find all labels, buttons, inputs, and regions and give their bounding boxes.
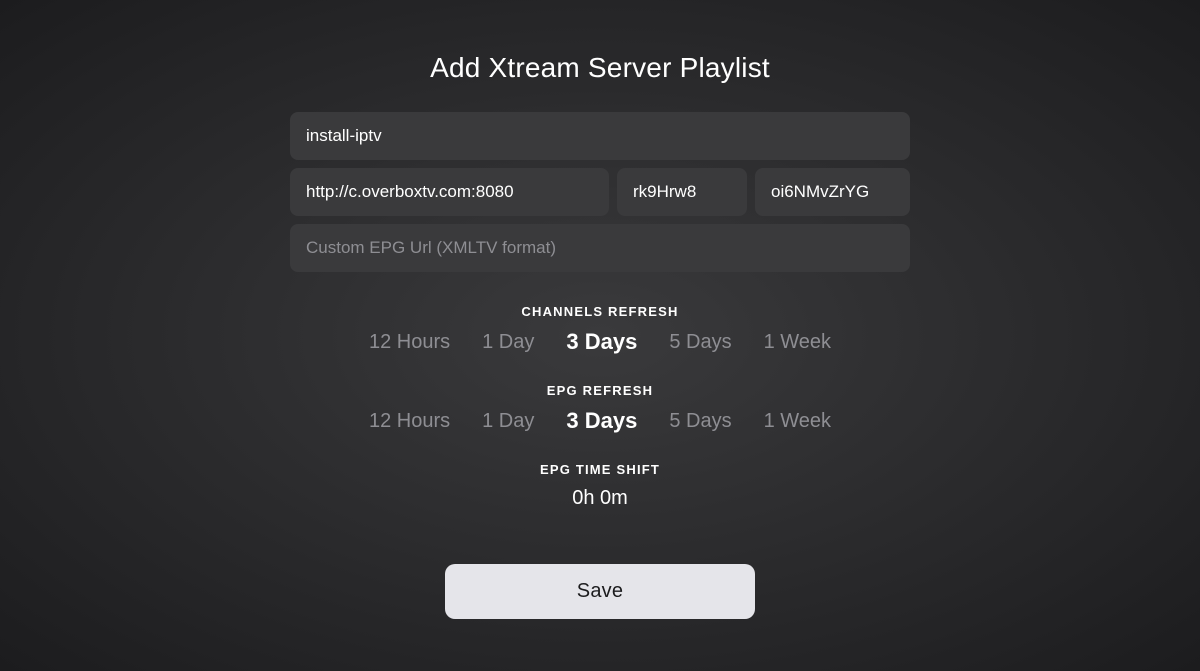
channels-refresh-label: CHANNELS REFRESH [521, 304, 678, 319]
epg-refresh-label: EPG REFRESH [547, 383, 653, 398]
channels-refresh-12h[interactable]: 12 Hours [369, 331, 450, 354]
dialog-container: Add Xtream Server Playlist CHANNELS REFR… [290, 52, 910, 619]
epg-refresh-3d[interactable]: 3 Days [566, 408, 637, 434]
epg-timeshift-label: EPG TIME SHIFT [540, 462, 660, 477]
epg-refresh-options: 12 Hours 1 Day 3 Days 5 Days 1 Week [369, 408, 831, 434]
epg-timeshift-value[interactable]: 0h 0m [572, 487, 628, 510]
playlist-name-input[interactable] [290, 112, 910, 160]
channels-refresh-1d[interactable]: 1 Day [482, 331, 534, 354]
channels-refresh-1w[interactable]: 1 Week [764, 331, 831, 354]
epg-refresh-5d[interactable]: 5 Days [669, 410, 731, 433]
epg-refresh-1w[interactable]: 1 Week [764, 410, 831, 433]
channels-refresh-options: 12 Hours 1 Day 3 Days 5 Days 1 Week [369, 329, 831, 355]
server-url-input[interactable] [290, 168, 609, 216]
dialog-title: Add Xtream Server Playlist [430, 52, 770, 84]
epg-url-input[interactable] [290, 224, 910, 272]
form-container [290, 112, 910, 272]
password-input[interactable] [755, 168, 910, 216]
epg-refresh-12h[interactable]: 12 Hours [369, 410, 450, 433]
server-credentials-row [290, 168, 910, 216]
save-button[interactable]: Save [445, 564, 755, 619]
epg-refresh-1d[interactable]: 1 Day [482, 410, 534, 433]
username-input[interactable] [617, 168, 747, 216]
channels-refresh-3d[interactable]: 3 Days [566, 329, 637, 355]
channels-refresh-5d[interactable]: 5 Days [669, 331, 731, 354]
